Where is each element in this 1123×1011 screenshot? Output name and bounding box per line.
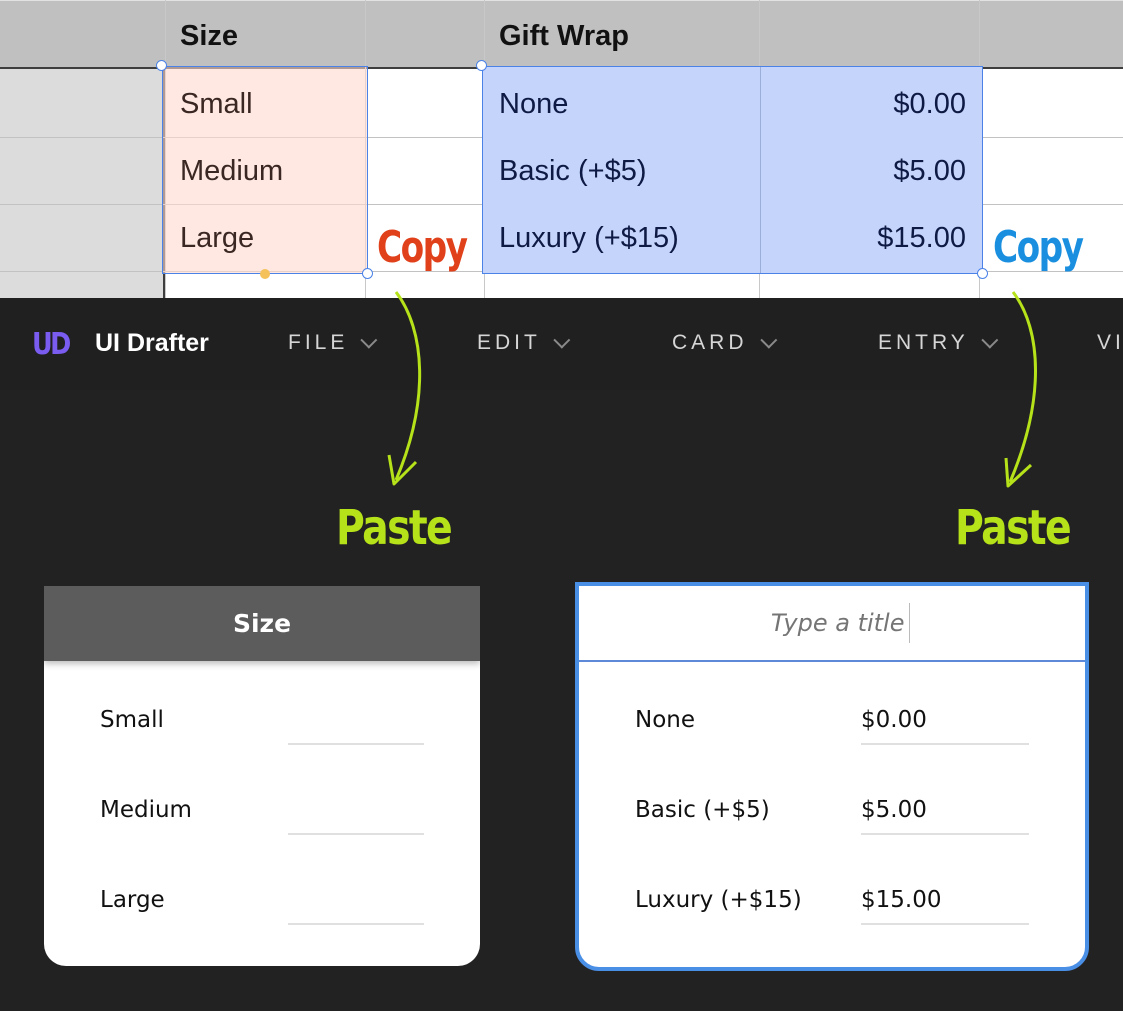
arrow-right	[1008, 291, 1037, 483]
card-entry: Luxury (+$15) $15.00	[579, 873, 1085, 933]
paste-annotation-left: Paste	[336, 500, 453, 556]
entry-label[interactable]: Medium	[100, 797, 192, 823]
entry-value-field[interactable]: $5.00	[861, 791, 1029, 835]
entry-label[interactable]: Large	[100, 887, 165, 913]
card-title[interactable]: Size	[233, 609, 291, 638]
card-entry: Small	[44, 693, 480, 753]
size-card[interactable]: Size Small Medium Large	[44, 586, 480, 966]
card-entry: None $0.00	[579, 693, 1085, 753]
entry-value-field[interactable]: $0.00	[861, 701, 1029, 745]
card-header[interactable]: Size	[44, 586, 480, 661]
text-caret	[908, 603, 910, 643]
paste-annotation-right: Paste	[955, 500, 1072, 556]
card-title-input[interactable]	[754, 609, 905, 637]
entry-label[interactable]: Basic (+$5)	[635, 797, 770, 823]
card-entry: Large	[44, 873, 480, 933]
entry-value-field[interactable]	[288, 701, 424, 745]
entry-label[interactable]: Small	[100, 707, 164, 733]
card-entry: Basic (+$5) $5.00	[579, 783, 1085, 843]
arrow-left	[394, 291, 422, 481]
entry-label[interactable]: None	[635, 707, 695, 733]
card-entry: Medium	[44, 783, 480, 843]
entry-value-field[interactable]: $15.00	[861, 881, 1029, 925]
entry-value-field[interactable]	[288, 791, 424, 835]
entry-value-field[interactable]	[288, 881, 424, 925]
card-header	[579, 586, 1085, 662]
gift-wrap-card[interactable]: None $0.00 Basic (+$5) $5.00 Luxury (+$1…	[575, 582, 1089, 971]
entry-label[interactable]: Luxury (+$15)	[635, 887, 802, 913]
